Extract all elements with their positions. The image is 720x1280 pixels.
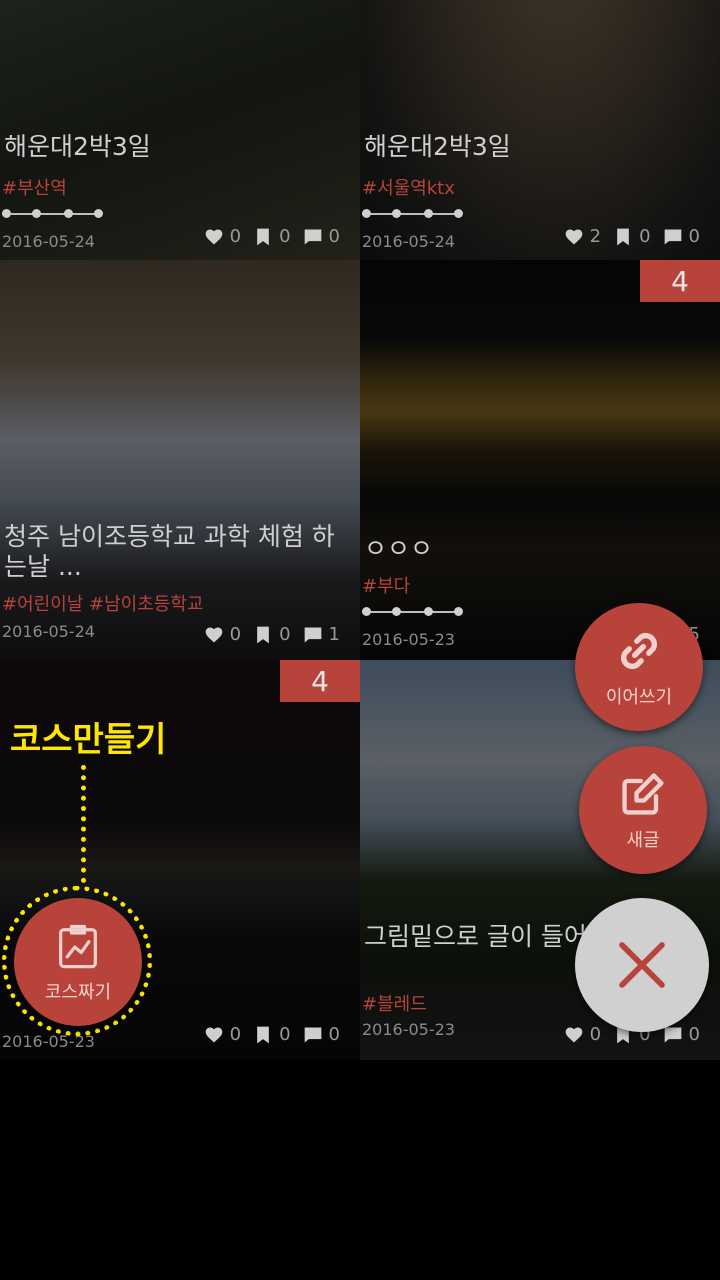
comment-count: 0 [328,1024,340,1045]
coachmark-label: 코스만들기 [10,720,167,760]
close-icon [619,942,665,988]
heart-icon [565,229,582,244]
post-tag[interactable]: #어린이날 #남이초등학교 [2,590,204,616]
like-count: 0 [229,1024,242,1045]
comment-count: 1 [328,624,340,645]
post-stats: 0 0 0 [204,1024,340,1045]
route-indicator [2,208,103,220]
post-date: 2016-05-24 [2,232,95,251]
comment-count: 0 [688,226,700,247]
post-date: 2016-05-24 [362,232,455,251]
comment-icon [304,1027,321,1042]
comment-count: 0 [688,1024,700,1045]
new-post-button[interactable]: 새글 [579,746,707,874]
new-post-label: 새글 [626,830,660,851]
post-stats: 2 0 0 [564,226,700,247]
post-stats: 0 0 0 [204,226,340,247]
route-indicator [362,208,463,220]
course-create-label: 코스짜기 [44,982,112,1003]
post-title: 청주 남이조등학교 과학 체험 하는날 ... [4,522,335,581]
photo-count-badge: 4 [640,260,720,302]
post-date: 2016-05-23 [362,1020,455,1039]
post-tag[interactable]: #블레드 [362,990,427,1016]
continue-writing-button[interactable]: 이어쓰기 [575,603,703,731]
bookmark-icon [257,626,269,643]
post-date: 2016-05-23 [362,630,455,649]
bookmark-icon [617,228,629,245]
comment-icon [664,229,681,244]
heart-icon [565,1027,582,1042]
post-date: 2016-05-24 [2,622,95,641]
link-icon [620,632,658,670]
bookmark-count: 0 [279,1024,291,1045]
post-card[interactable]: 해운대2박3일 #부산역 2016-05-24 0 0 0 [0,0,360,260]
close-menu-button[interactable] [575,898,709,1032]
bookmark-count: 0 [279,226,291,247]
post-title: ㅇㅇㅇ [364,534,434,563]
comment-icon [304,627,321,642]
continue-writing-label: 이어쓰기 [605,687,673,708]
like-count: 0 [229,624,242,645]
bookmark-icon [257,228,269,245]
like-count: 0 [589,1024,602,1045]
course-create-button[interactable]: 코스짜기 [14,898,142,1026]
clipboard-chart-icon [59,924,97,969]
route-indicator [362,606,463,618]
coachmark-dotted-line [81,765,86,883]
heart-icon [205,1027,222,1042]
bookmark-count: 0 [639,226,651,247]
like-count: 2 [589,226,602,247]
post-card[interactable]: 해운대2박3일 #서울역ktx 2016-05-24 2 0 0 [360,0,720,260]
post-tag[interactable]: #부산역 [2,174,67,200]
edit-icon [622,773,664,815]
comment-icon [304,229,321,244]
bookmark-icon [257,1026,269,1043]
heart-icon [205,627,222,642]
bookmark-count: 0 [279,624,291,645]
post-card[interactable]: 4 ㅇㅇㅇ #부다 2016-05-23 5 [360,260,720,660]
post-tag[interactable]: #부다 [362,572,410,598]
photo-count-badge: 4 [280,660,360,702]
post-card[interactable]: 청주 남이조등학교 과학 체험 하는날 ... #어린이날 #남이초등학교 20… [0,260,360,660]
post-title: 해운대2박3일 [364,132,511,161]
post-stats: 0 0 1 [204,624,340,645]
like-count: 0 [229,226,242,247]
post-tag[interactable]: #서울역ktx [362,174,455,200]
comment-count: 0 [328,226,340,247]
heart-icon [205,229,222,244]
post-title: 해운대2박3일 [4,132,151,161]
